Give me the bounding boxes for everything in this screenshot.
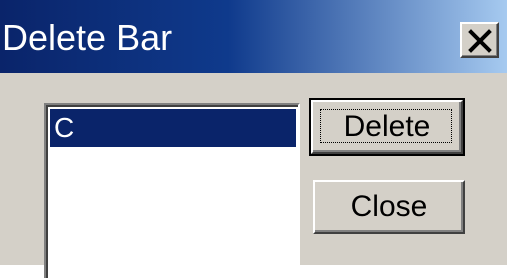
bar-listbox[interactable]: C bbox=[44, 103, 300, 278]
close-button-label: Close bbox=[350, 190, 428, 223]
delete-bar-dialog: Delete Bar C Delete Close bbox=[0, 0, 507, 278]
title-bar[interactable]: Delete Bar bbox=[0, 0, 507, 73]
delete-button-label: Delete bbox=[343, 110, 431, 143]
dialog-body: C Delete Close bbox=[0, 73, 507, 278]
delete-button[interactable]: Delete bbox=[309, 98, 465, 156]
close-button[interactable]: Close bbox=[313, 180, 465, 234]
title-close-button[interactable] bbox=[460, 22, 499, 58]
close-x-icon bbox=[468, 29, 492, 53]
list-item[interactable]: C bbox=[50, 109, 296, 147]
dialog-title: Delete Bar bbox=[2, 17, 173, 58]
